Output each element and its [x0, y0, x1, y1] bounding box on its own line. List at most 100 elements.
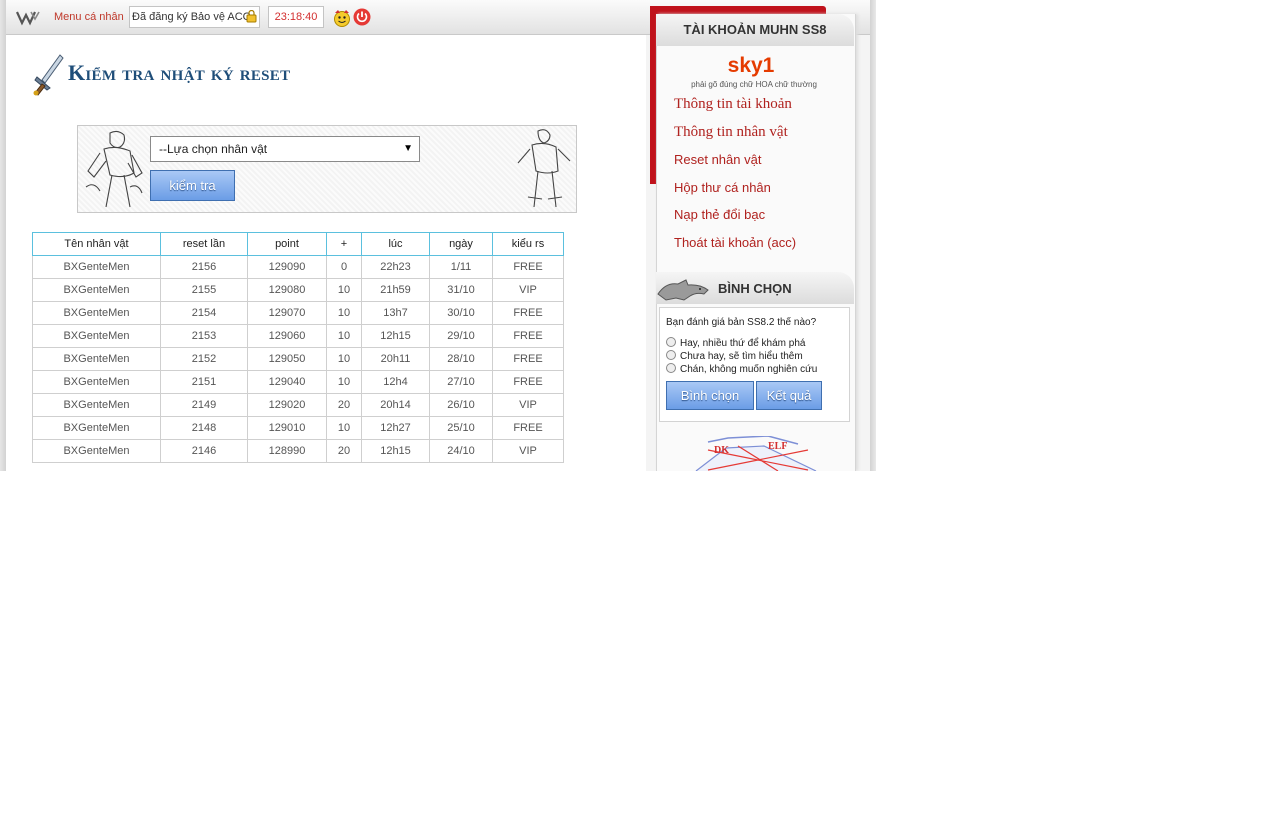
- cell-character: BXGenteMen: [32, 416, 161, 440]
- col-header-date: ngày: [429, 232, 493, 256]
- cell-plus: 0: [326, 255, 362, 279]
- cell-plus: 10: [326, 416, 362, 440]
- poll-option-1[interactable]: Hay, nhiều thứ để khám phá: [666, 337, 805, 349]
- reset-log-table: Tên nhân vật reset lần point + lúc ngày …: [32, 232, 564, 463]
- table-row: BXGenteMen 2146 128990 20 12h15 24/10 VIP: [32, 439, 564, 463]
- check-button[interactable]: kiểm tra: [150, 170, 235, 201]
- poll-option-3[interactable]: Chán, không muốn nghiên cứu: [666, 363, 817, 375]
- radio-button[interactable]: [666, 363, 676, 373]
- cell-point: 129040: [247, 370, 327, 394]
- table-header-row: Tên nhân vật reset lần point + lúc ngày …: [32, 232, 564, 256]
- cell-time: 12h15: [361, 439, 430, 463]
- lock-icon: [246, 10, 257, 23]
- cell-date: 24/10: [429, 439, 493, 463]
- poll-option-2[interactable]: Chưa hay, sẽ tìm hiểu thêm: [666, 350, 803, 362]
- table-row: BXGenteMen 2155 129080 10 21h59 31/10 VIP: [32, 278, 564, 302]
- cell-reset-type: FREE: [492, 324, 564, 348]
- sidebar-accent-top: [650, 6, 826, 14]
- cell-date: 29/10: [429, 324, 493, 348]
- wolf-icon: [657, 279, 709, 301]
- w-logo-icon[interactable]: [16, 6, 40, 28]
- cell-point: 129080: [247, 278, 327, 302]
- cell-plus: 10: [326, 301, 362, 325]
- col-header-point: point: [247, 232, 327, 256]
- diagram-label-dk: DK: [714, 445, 729, 456]
- cell-time: 22h23: [361, 255, 430, 279]
- poll-title: BÌNH CHỌN: [718, 281, 792, 296]
- cell-point: 128990: [247, 439, 327, 463]
- sidebar-link-topup[interactable]: Nạp thẻ đổi bạc: [674, 207, 765, 222]
- cell-date: 28/10: [429, 347, 493, 371]
- radio-button[interactable]: [666, 350, 676, 360]
- table-row: BXGenteMen 2148 129010 10 12h27 25/10 FREE: [32, 416, 564, 440]
- smiley-icon[interactable]: [332, 8, 352, 28]
- character-filter-panel: --Lựa chọn nhân vật ▼ kiểm tra: [77, 125, 577, 213]
- sidebar-link-character-info[interactable]: Thông tin nhân vật: [674, 124, 788, 141]
- cell-point: 129070: [247, 301, 327, 325]
- cell-point: 129010: [247, 416, 327, 440]
- cell-plus: 10: [326, 347, 362, 371]
- personal-menu-link[interactable]: Menu cá nhân: [54, 11, 124, 23]
- cell-reset-count: 2152: [160, 347, 248, 371]
- vote-button[interactable]: Bình chọn: [666, 381, 754, 410]
- table-row: BXGenteMen 2151 129040 10 12h4 27/10 FREE: [32, 370, 564, 394]
- sidebar-link-inbox[interactable]: Hộp thư cá nhân: [674, 180, 771, 195]
- sidebar-link-logout[interactable]: Thoát tài khoản (acc): [674, 235, 796, 250]
- cell-date: 31/10: [429, 278, 493, 302]
- results-button[interactable]: Kết quả: [756, 381, 822, 410]
- poll-question: Bạn đánh giá bản SS8.2 thế nào?: [666, 317, 817, 328]
- account-status-text: Đã đăng ký Bảo vệ ACC: [132, 11, 251, 23]
- cell-plus: 20: [326, 393, 362, 417]
- main-content: Kiểm tra nhật ký reset --Lựa chọn nhân v…: [6, 35, 646, 471]
- cell-time: 21h59: [361, 278, 430, 302]
- cell-point: 129020: [247, 393, 327, 417]
- cell-character: BXGenteMen: [32, 347, 161, 371]
- username: sky1: [727, 54, 775, 77]
- cell-reset-count: 2154: [160, 301, 248, 325]
- cell-character: BXGenteMen: [32, 439, 161, 463]
- cell-time: 12h4: [361, 370, 430, 394]
- power-icon[interactable]: [353, 8, 371, 26]
- radio-button[interactable]: [666, 337, 676, 347]
- cell-reset-count: 2151: [160, 370, 248, 394]
- account-status-box: Đã đăng ký Bảo vệ ACC: [129, 6, 260, 28]
- cell-reset-count: 2153: [160, 324, 248, 348]
- poll-option-label: Hay, nhiều thứ để khám phá: [680, 338, 806, 349]
- table-row: BXGenteMen 2154 129070 10 13h7 30/10 FREE: [32, 301, 564, 325]
- frame-right: [870, 0, 876, 471]
- cell-character: BXGenteMen: [32, 255, 161, 279]
- case-sensitive-hint: phải gõ đúng chữ HOA chữ thường: [691, 80, 817, 89]
- character-select-value: --Lựa chọn nhân vật: [159, 142, 268, 156]
- poll-option-label: Chán, không muốn nghiên cứu: [680, 364, 818, 375]
- table-body: BXGenteMen 2156 129090 0 22h23 1/11 FREE BXGent…: [32, 255, 564, 463]
- poll-header: BÌNH CHỌN: [656, 272, 854, 304]
- cell-plus: 20: [326, 439, 362, 463]
- cell-time: 12h15: [361, 324, 430, 348]
- cell-character: BXGenteMen: [32, 278, 161, 302]
- col-header-reset-type: kiểu rs: [492, 232, 564, 256]
- poll-option-label: Chưa hay, sẽ tìm hiểu thêm: [680, 351, 803, 362]
- cell-reset-type: FREE: [492, 347, 564, 371]
- cell-reset-type: FREE: [492, 370, 564, 394]
- dropdown-arrow-icon: ▼: [403, 143, 413, 154]
- cell-time: 20h14: [361, 393, 430, 417]
- cell-character: BXGenteMen: [32, 393, 161, 417]
- col-header-time: lúc: [361, 232, 430, 256]
- cell-time: 20h11: [361, 347, 430, 371]
- sidebar-link-account-info[interactable]: Thông tin tài khoản: [674, 96, 792, 113]
- account-panel-header: TÀI KHOẢN MUHN SS8: [656, 14, 854, 46]
- cell-reset-type: VIP: [492, 393, 564, 417]
- table-row: BXGenteMen 2152 129050 10 20h11 28/10 FREE: [32, 347, 564, 371]
- diagram-label-elf: ELF: [768, 441, 787, 452]
- sidebar-link-reset-character[interactable]: Reset nhân vật: [674, 152, 761, 167]
- cell-plus: 10: [326, 278, 362, 302]
- table-row: BXGenteMen 2156 129090 0 22h23 1/11 FREE: [32, 255, 564, 279]
- cell-reset-count: 2148: [160, 416, 248, 440]
- cell-reset-count: 2146: [160, 439, 248, 463]
- warrior-art-right: [517, 129, 571, 208]
- cell-date: 25/10: [429, 416, 493, 440]
- character-select[interactable]: --Lựa chọn nhân vật ▼: [150, 136, 420, 162]
- cell-character: BXGenteMen: [32, 324, 161, 348]
- cell-date: 26/10: [429, 393, 493, 417]
- cell-date: 27/10: [429, 370, 493, 394]
